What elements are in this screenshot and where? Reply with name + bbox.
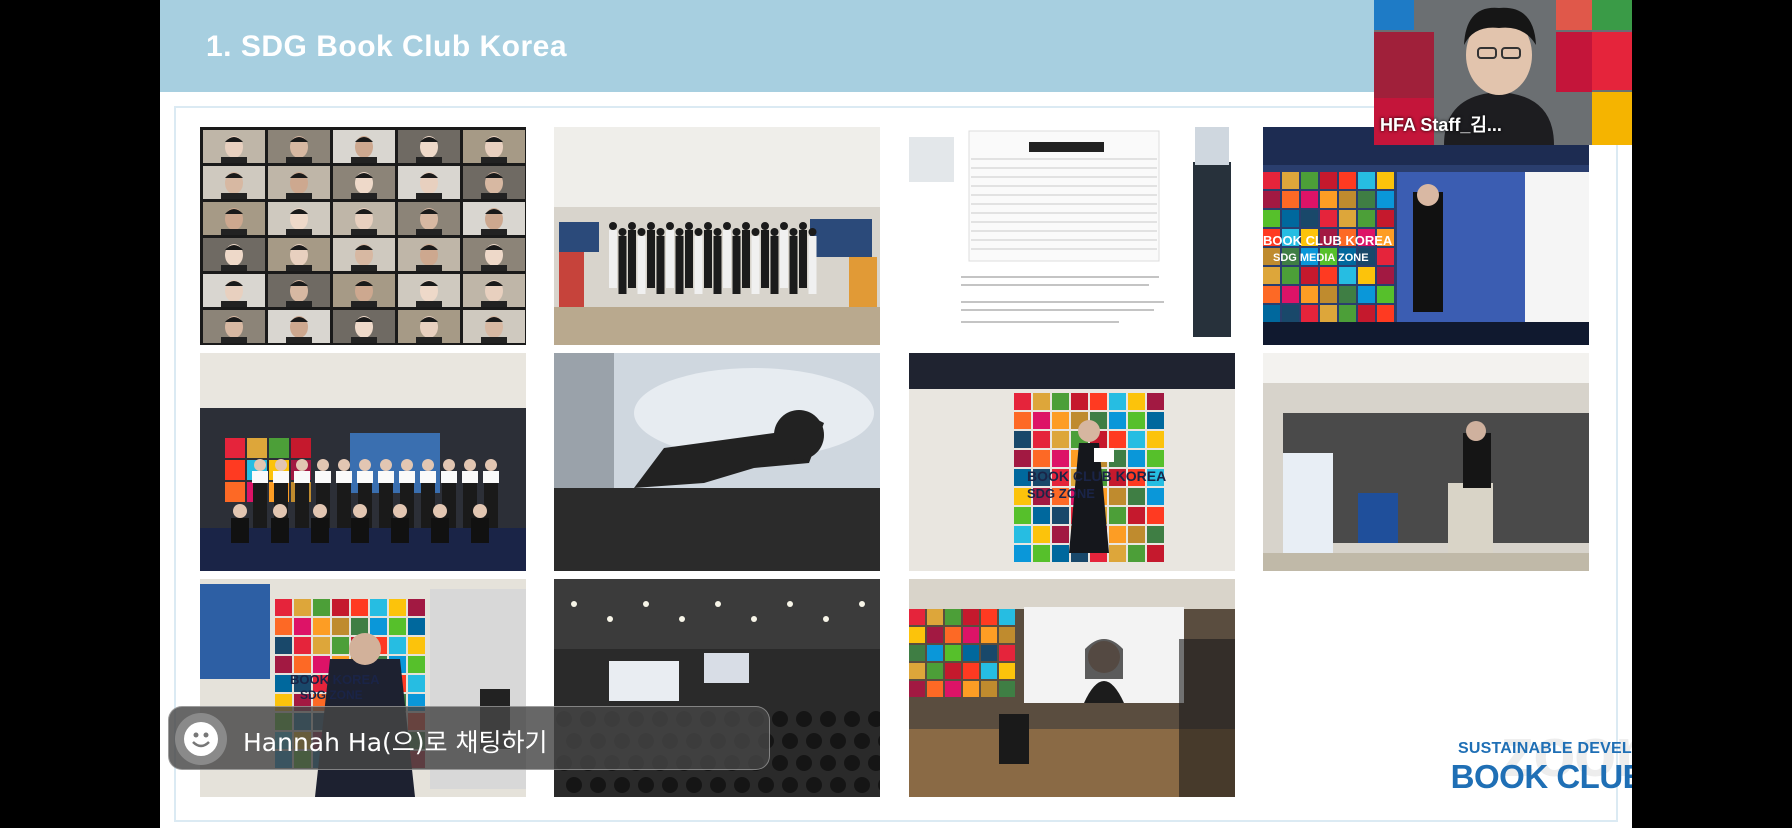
svg-text:SDG ZONE: SDG ZONE <box>300 688 363 702</box>
speaker-sdg-zone: BOOK CLUB KOREA SDG MEDIA ZONE <box>1263 127 1589 345</box>
document-screenshot <box>909 127 1235 345</box>
knotted-gun-sculpture <box>554 353 880 571</box>
panel-holding-signs <box>200 353 526 571</box>
podium-speaker <box>1263 353 1589 571</box>
video-screen-presentation <box>909 579 1235 797</box>
logo-subtitle: SUSTAINABLE DEVELOPMENT GOALS <box>1458 740 1632 757</box>
svg-text:SDG ZONE: SDG ZONE <box>1027 486 1095 501</box>
sdg-book-club-logo: SUSTAINABLE DEVELOPMENT GOALS BOOK CLUB … <box>1446 740 1632 800</box>
zoom-gallery-photo <box>200 127 526 345</box>
logo-title: BOOK CLUB KOREA <box>1450 758 1632 795</box>
group-photo-hall <box>554 127 880 345</box>
student-speech-sdg: BOOK CLUB KOREA SDG ZONE <box>909 353 1235 571</box>
svg-text:SDG MEDIA ZONE: SDG MEDIA ZONE <box>1273 252 1369 264</box>
smiley-face-icon <box>175 713 227 765</box>
svg-text:BOOK KOREA: BOOK KOREA <box>290 672 380 687</box>
svg-text:BOOK CLUB KOREA: BOOK CLUB KOREA <box>1263 233 1393 248</box>
svg-text:BOOK CLUB KOREA: BOOK CLUB KOREA <box>1027 468 1166 484</box>
chat-notification-text: Hannah Ha(으)로 채팅하기 <box>243 728 548 757</box>
self-view-video-tile[interactable]: HFA Staff_김... <box>1374 0 1632 145</box>
participant-name-label: HFA Staff_김... <box>1380 115 1502 135</box>
slide-title: 1. SDG Book Club Korea <box>206 30 568 63</box>
chat-notification[interactable]: Hannah Ha(으)로 채팅하기 <box>168 706 770 770</box>
